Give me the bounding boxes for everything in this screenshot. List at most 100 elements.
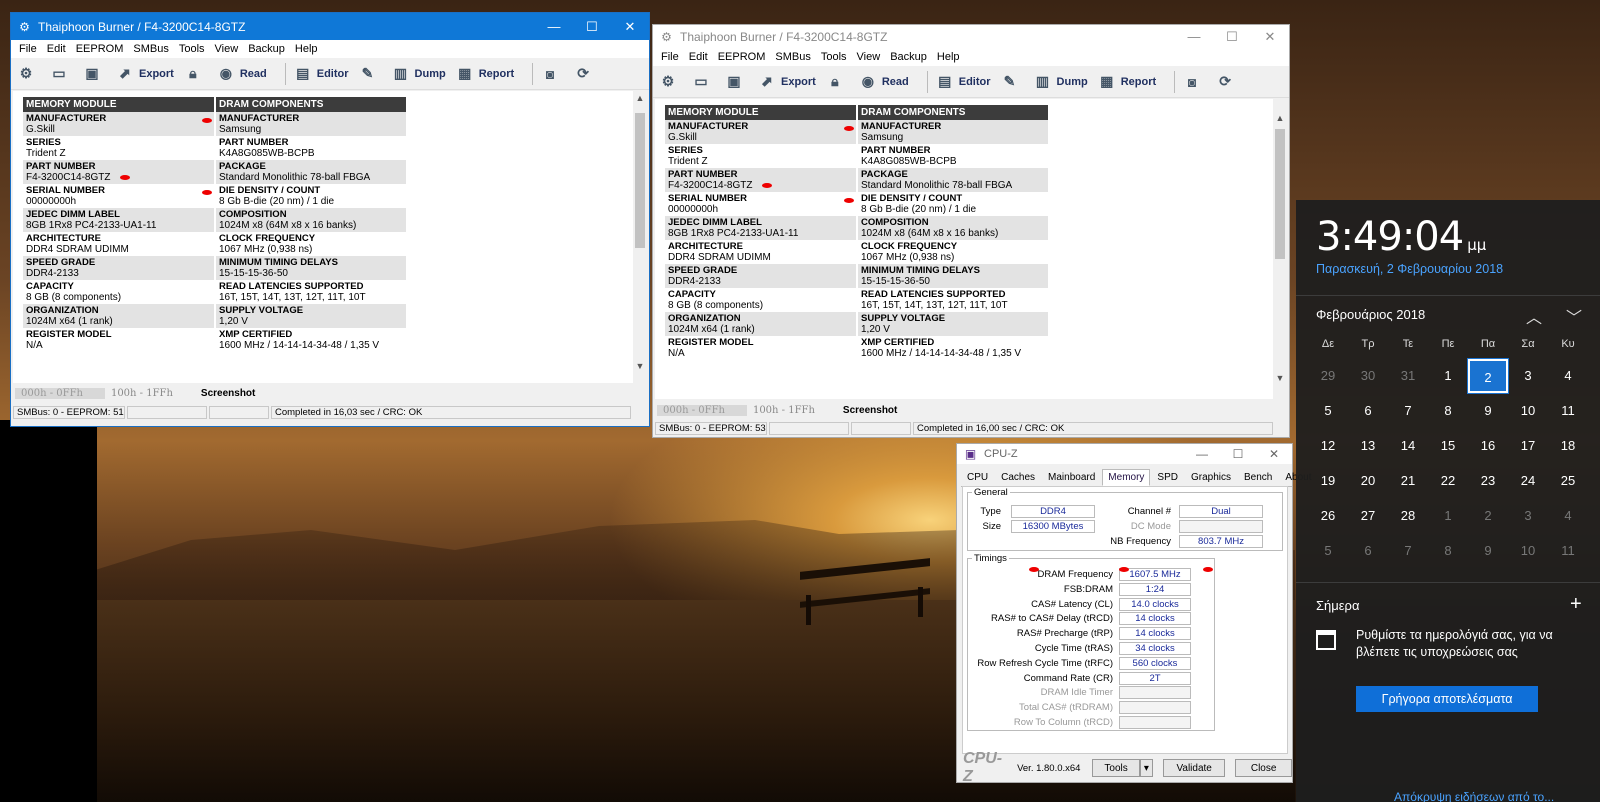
title-bar[interactable]: ▣ CPU-Z — ☐ ✕ [957,444,1292,464]
open-tool[interactable]: ▭ [692,73,715,91]
tab-mainboard[interactable]: Mainboard [1042,469,1101,486]
close-button[interactable]: ✕ [1256,444,1292,464]
menu-item-file[interactable]: File [657,51,685,63]
hide-news-link[interactable]: Απόκρυψη ειδήσεων από το... [1394,790,1554,802]
thaiphoon-window-right[interactable]: ⚙ Thaiphoon Burner / F4-3200C14-8GTZ — ☐… [652,24,1290,438]
save-tool[interactable]: ▣ [83,65,106,83]
calendar-day[interactable]: 24 [1508,464,1548,498]
menu-item-eeprom[interactable]: EEPROM [72,43,130,55]
get-started-button[interactable]: Γρήγορα αποτελέσματα [1356,686,1538,712]
tools-dropdown-icon[interactable]: ▾ [1139,759,1154,777]
calendar-day[interactable]: 7 [1388,394,1428,428]
menu-item-smbus[interactable]: SMBus [129,43,174,55]
calendar-day[interactable]: 10 [1508,394,1548,428]
calendar-day[interactable]: 10 [1508,534,1548,568]
previous-month-icon[interactable]: ︿ [1526,304,1542,328]
calendar-day[interactable]: 11 [1548,394,1588,428]
tab-memory[interactable]: Memory [1102,469,1151,486]
validate-button[interactable]: Validate [1163,759,1226,777]
calendar-day[interactable]: 23 [1468,464,1508,498]
month-label[interactable]: Φεβρουάριος 2018 [1316,307,1425,322]
scroll-up-icon[interactable]: ▲ [1273,113,1287,127]
menu-item-edit[interactable]: Edit [685,51,714,63]
menu-item-edit[interactable]: Edit [43,43,72,55]
maximize-button[interactable]: ☐ [1220,444,1256,464]
menu-item-help[interactable]: Help [291,43,324,55]
vertical-scrollbar[interactable]: ▲ ▼ [1273,99,1287,399]
maximize-button[interactable]: ☐ [1213,25,1251,48]
menu-item-backup[interactable]: Backup [244,43,291,55]
menu-item-tools[interactable]: Tools [817,51,853,63]
calendar-day[interactable]: 28 [1388,499,1428,533]
calendar-day[interactable]: 3 [1508,499,1548,533]
read-button[interactable]: ◉ Read [217,65,267,83]
calendar-day[interactable]: 1 [1428,499,1468,533]
menu-item-file[interactable]: File [15,43,43,55]
calendar-day[interactable]: 7 [1388,534,1428,568]
calendar-day-today[interactable]: 2 [1467,358,1509,394]
title-bar[interactable]: ⚙ Thaiphoon Burner / F4-3200C14-8GTZ — ☐… [653,25,1289,48]
menu-item-smbus[interactable]: SMBus [771,51,816,63]
menu-item-tools[interactable]: Tools [175,43,211,55]
calendar-day[interactable]: 8 [1428,394,1468,428]
calendar-day[interactable]: 4 [1548,499,1588,533]
calendar-day[interactable]: 9 [1468,394,1508,428]
thaiphoon-window-left[interactable]: ⚙ Thaiphoon Burner / F4-3200C14-8GTZ — ☐… [10,12,650,427]
calendar-day[interactable]: 27 [1348,499,1388,533]
calendar-day[interactable]: 25 [1548,464,1588,498]
tab-screenshot[interactable]: Screenshot [195,388,277,399]
refresh-tool[interactable]: ⟳ [574,65,597,83]
close-app-button[interactable]: Close [1235,759,1292,777]
refresh-tool[interactable]: ⟳ [1216,73,1239,91]
dump-button[interactable]: ▥ Dump [392,65,446,83]
calendar-day[interactable]: 30 [1348,359,1388,393]
dump-button[interactable]: ▥ Dump [1034,73,1088,91]
calendar-day[interactable]: 31 [1388,359,1428,393]
lock-tool[interactable]: 🔒︎ [184,65,207,83]
add-event-button[interactable]: + [1570,593,1582,616]
close-button[interactable]: ✕ [1251,25,1289,48]
minimize-button[interactable]: — [1175,25,1213,48]
cpuz-window[interactable]: ▣ CPU-Z — ☐ ✕ CPU Caches Mainboard Memory SP… [956,443,1312,785]
scroll-down-icon[interactable]: ▼ [633,361,647,375]
calendar-day[interactable]: 6 [1348,534,1388,568]
editor-button[interactable]: ▤ Editor [294,65,348,83]
tools-button[interactable]: Tools [1092,759,1140,777]
settings-tool[interactable]: ⚙ [17,65,40,83]
scroll-thumb[interactable] [635,113,645,248]
calendar-day[interactable]: 9 [1468,534,1508,568]
calendar-day[interactable]: 4 [1548,359,1588,393]
screenshot-tool[interactable]: ◙ [1183,73,1206,91]
report-button[interactable]: ▦ Report [1098,73,1156,91]
tab-100h[interactable]: 100h - 1FFh [105,388,195,399]
next-month-icon[interactable]: ﹀ [1566,304,1582,328]
scroll-up-icon[interactable]: ▲ [633,93,647,107]
menu-item-view[interactable]: View [211,43,245,55]
calendar-day[interactable]: 1 [1428,359,1468,393]
tab-100h[interactable]: 100h - 1FFh [747,405,837,416]
calendar-day[interactable]: 22 [1428,464,1468,498]
calendar-day[interactable]: 6 [1348,394,1388,428]
settings-tool[interactable]: ⚙ [659,73,682,91]
wrench-tool[interactable]: ✎ [359,65,382,83]
tab-000h[interactable]: 000h - 0FFh [657,404,747,416]
menu-item-view[interactable]: View [853,51,887,63]
lock-tool[interactable]: 🔒︎ [826,73,849,91]
calendar-day[interactable]: 20 [1348,464,1388,498]
tab-graphics[interactable]: Graphics [1185,469,1237,486]
tab-caches[interactable]: Caches [995,469,1041,486]
tab-cpu[interactable]: CPU [961,469,994,486]
calendar-day[interactable]: 12 [1308,429,1348,463]
calendar-day[interactable]: 21 [1388,464,1428,498]
minimize-button[interactable]: — [1184,444,1220,464]
menu-item-backup[interactable]: Backup [886,51,933,63]
title-bar[interactable]: ⚙ Thaiphoon Burner / F4-3200C14-8GTZ — ☐… [11,13,649,40]
calendar-day[interactable]: 11 [1548,534,1588,568]
calendar-day[interactable]: 19 [1308,464,1348,498]
scroll-thumb[interactable] [1275,129,1285,259]
menu-item-help[interactable]: Help [933,51,966,63]
calendar-day[interactable]: 13 [1348,429,1388,463]
calendar-day[interactable]: 17 [1508,429,1548,463]
calendar-day[interactable]: 8 [1428,534,1468,568]
export-button[interactable]: ⬈ Export [116,65,174,83]
